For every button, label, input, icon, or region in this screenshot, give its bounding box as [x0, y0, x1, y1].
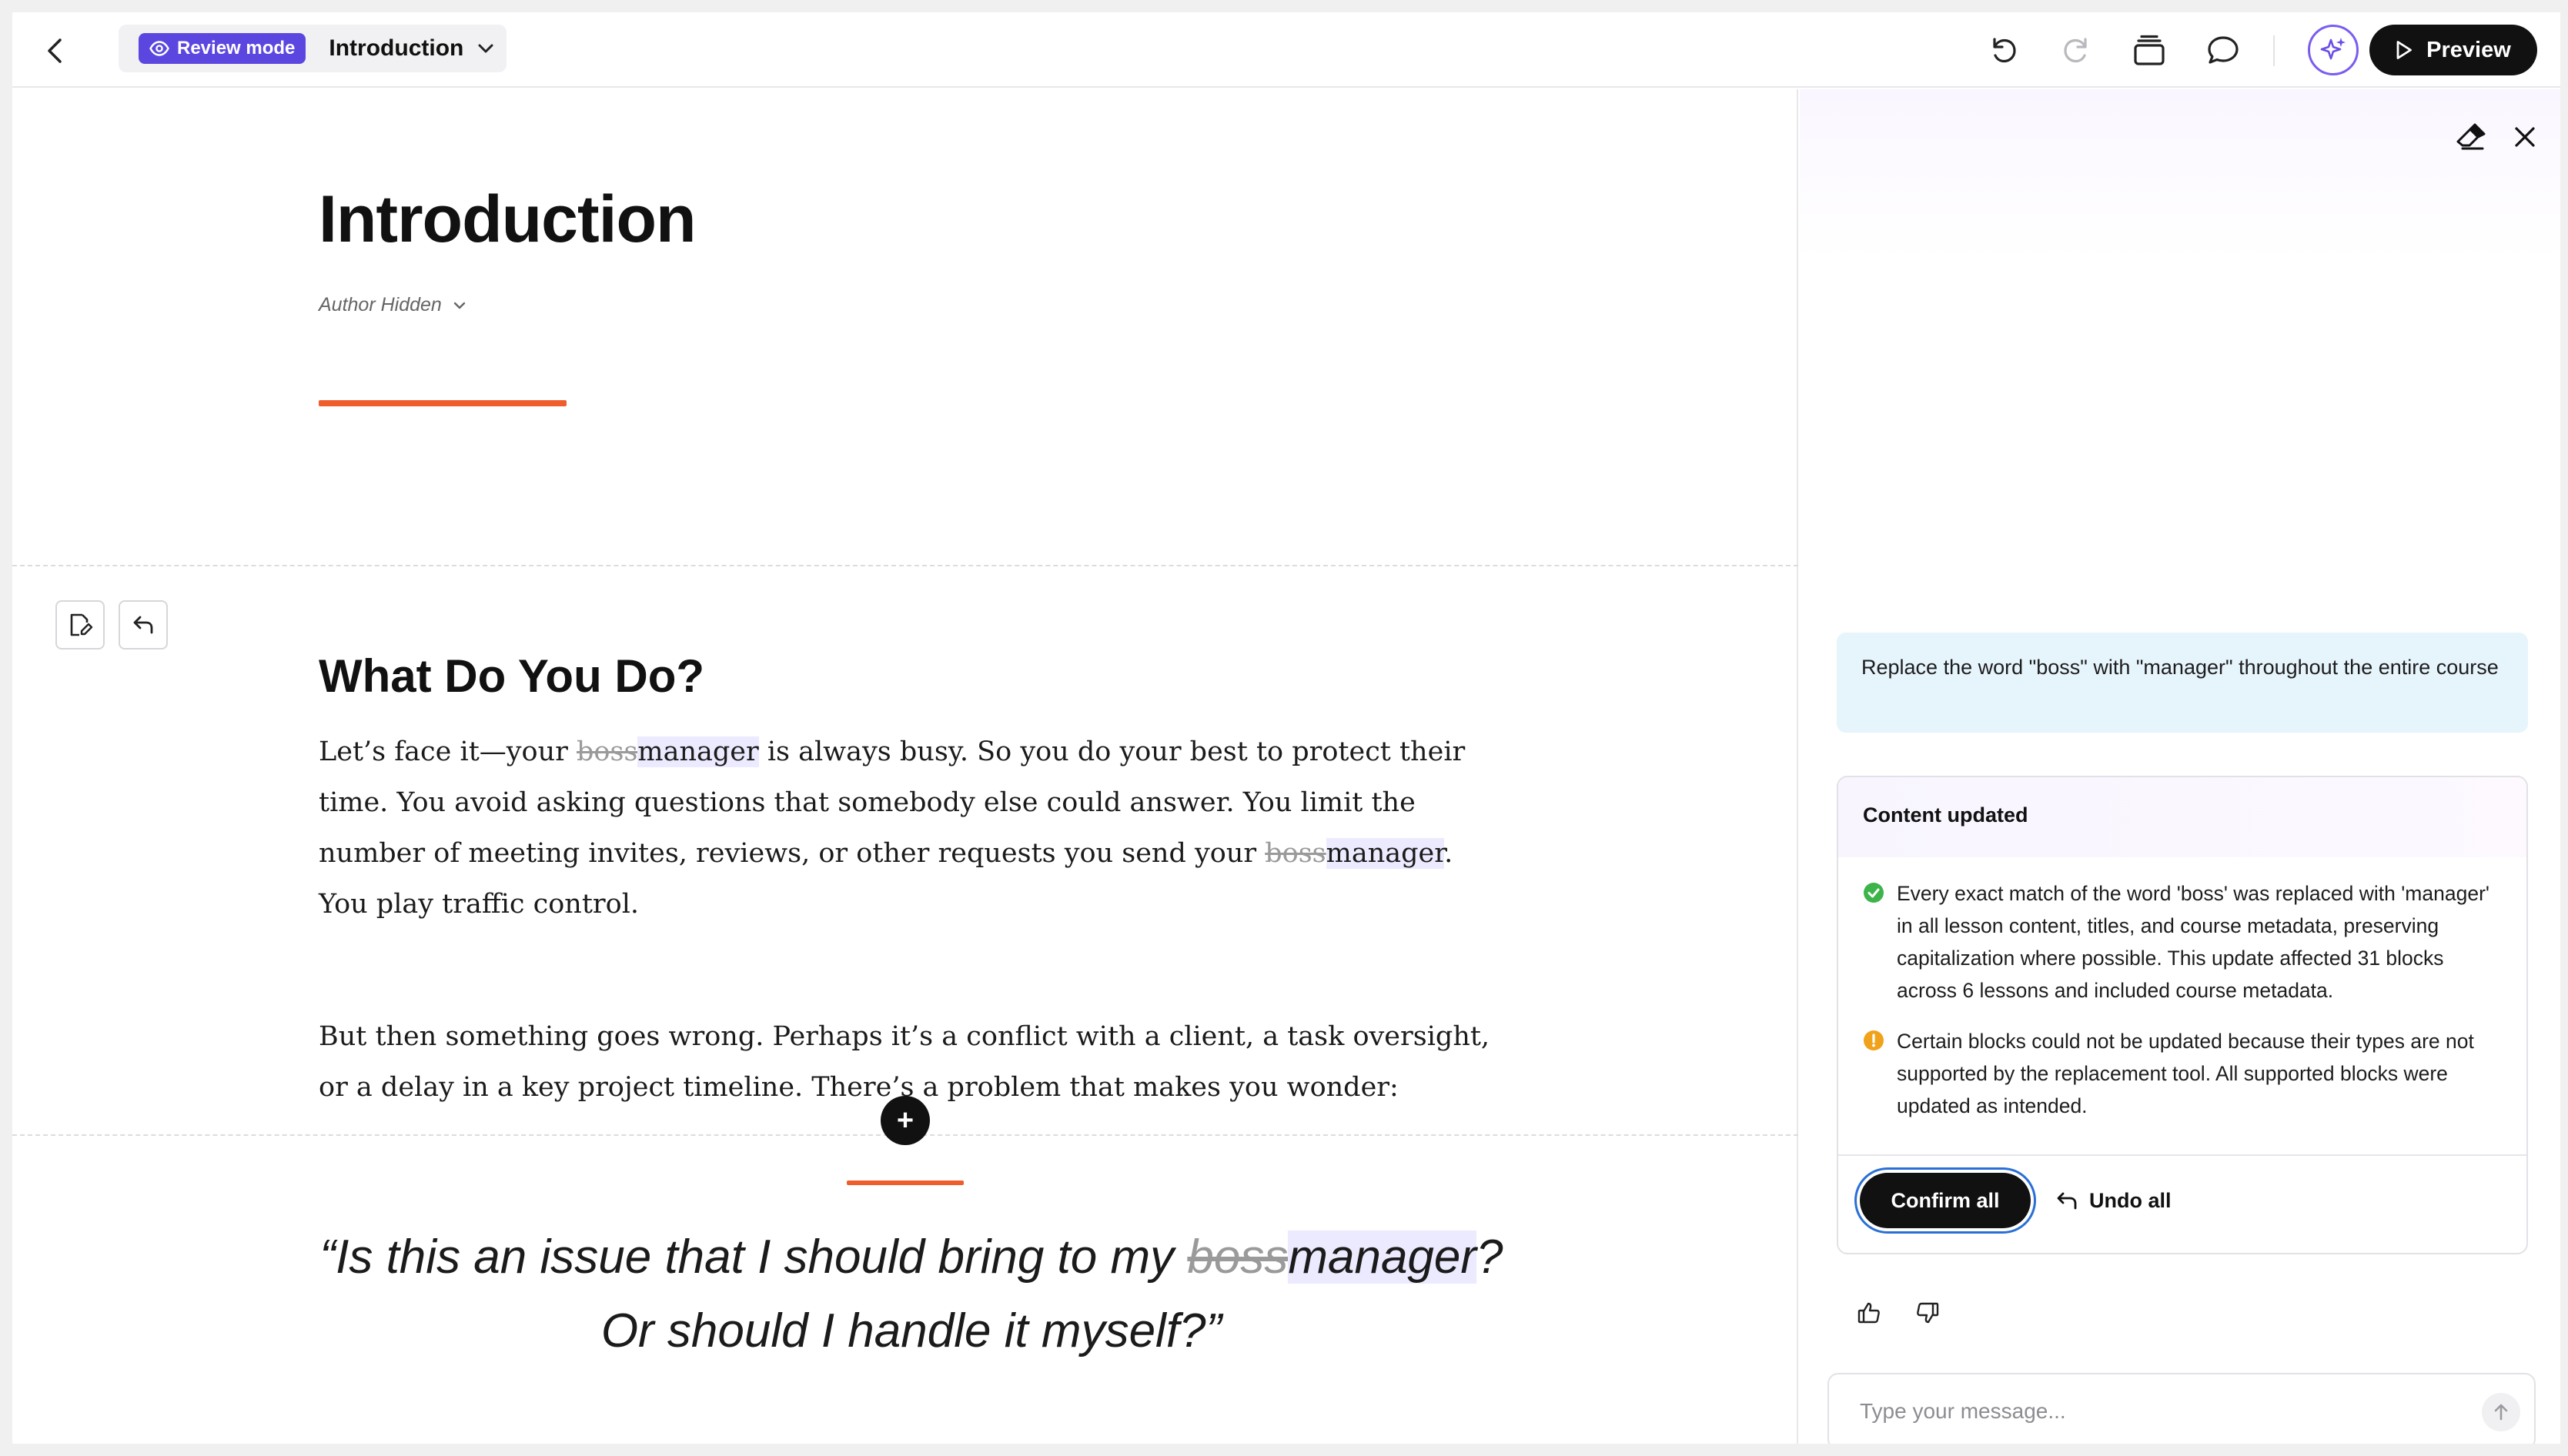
undo-all-label: Undo all: [2089, 1188, 2172, 1212]
redo-icon: [2064, 38, 2087, 63]
send-message-button[interactable]: [2482, 1393, 2520, 1431]
chat-input-container: [1827, 1373, 2536, 1444]
preview-label: Preview: [2426, 37, 2511, 62]
paragraph-1[interactable]: Let’s face it—your bossmanager is always…: [319, 726, 1504, 930]
undo-all-button[interactable]: Undo all: [2055, 1173, 2172, 1228]
arrow-up-icon: [2494, 1404, 2508, 1421]
chevron-down-icon: [453, 302, 466, 309]
review-mode-badge: Review mode: [139, 33, 306, 64]
preview-button[interactable]: Preview: [2369, 25, 2537, 75]
lesson-title-selector[interactable]: Review mode Introduction: [119, 25, 507, 72]
paragraph-text: Let’s face it—your: [319, 736, 577, 767]
edit-document-icon: [70, 613, 93, 636]
top-bar: Review mode Introduction Preview: [12, 12, 2560, 88]
eye-icon: [149, 41, 169, 56]
section-heading[interactable]: What Do You Do?: [319, 650, 704, 703]
review-mode-label: Review mode: [177, 38, 296, 58]
layers-icon: [2134, 35, 2165, 65]
chevron-down-icon: [477, 43, 494, 54]
reply-arrow-icon: [133, 616, 153, 634]
inserted-text: manager: [1288, 1231, 1477, 1284]
plus-icon: +: [896, 1104, 915, 1137]
result-text: Every exact match of the word 'boss' was…: [1897, 882, 2489, 1002]
confirm-all-button[interactable]: Confirm all: [1860, 1173, 2031, 1228]
deleted-text: boss: [577, 736, 638, 767]
redo-button[interactable]: [2058, 32, 2095, 69]
quote-block[interactable]: “Is this an issue that I should bring to…: [319, 1221, 1504, 1368]
comment-icon: [2208, 36, 2239, 64]
lesson-editor: Introduction Author Hidden What Do You D…: [12, 89, 1798, 1444]
ai-assistant-panel: Replace the word "boss" with "manager" t…: [1800, 89, 2560, 1444]
comments-button[interactable]: [2205, 32, 2242, 69]
undo-button[interactable]: [1985, 32, 2021, 69]
thumbs-up-button[interactable]: [1852, 1296, 1886, 1330]
thumbs-down-icon: [1917, 1302, 1939, 1324]
revert-block-button[interactable]: [119, 600, 168, 650]
result-title: Content updated: [1838, 777, 2526, 857]
deleted-text: boss: [1265, 838, 1326, 869]
eraser-icon: [2456, 123, 2486, 150]
title-accent-bar: [319, 400, 567, 406]
back-button[interactable]: [35, 31, 75, 71]
add-block-button[interactable]: +: [881, 1096, 930, 1145]
result-item-warning: Certain blocks could not be updated beca…: [1863, 1025, 2506, 1122]
section-divider: [12, 565, 1798, 566]
result-item-success: Every exact match of the word 'boss' was…: [1863, 877, 2506, 1007]
author-label: Author Hidden: [319, 294, 442, 316]
ai-assistant-button[interactable]: [2308, 25, 2359, 75]
close-icon: [2515, 127, 2535, 147]
thumbs-up-icon: [1857, 1302, 1880, 1324]
deleted-text: boss: [1187, 1231, 1289, 1284]
author-selector[interactable]: Author Hidden: [319, 294, 466, 316]
app-window: Review mode Introduction Preview Introdu…: [12, 12, 2560, 1444]
quote-text: “Is this an issue that I should bring to…: [319, 1231, 1188, 1284]
play-icon: [2396, 41, 2413, 59]
layers-button[interactable]: [2131, 32, 2168, 69]
undo-icon: [1993, 38, 2016, 63]
chevron-left-icon: [48, 38, 62, 63]
close-panel-button[interactable]: [2505, 117, 2545, 157]
lesson-title[interactable]: Introduction: [319, 182, 697, 258]
result-text: Certain blocks could not be updated beca…: [1897, 1030, 2474, 1117]
undo-arrow-icon: [2057, 1192, 2077, 1210]
sparkle-icon: [2320, 38, 2346, 60]
clear-chat-button[interactable]: [2451, 117, 2491, 157]
inserted-text: manager: [1326, 838, 1445, 869]
inserted-text: manager: [637, 736, 759, 767]
thumbs-down-button[interactable]: [1911, 1296, 1944, 1330]
lesson-title-label: Introduction: [329, 35, 464, 61]
user-message-bubble: Replace the word "boss" with "manager" t…: [1837, 633, 2528, 733]
chat-message-input[interactable]: [1829, 1374, 2460, 1444]
toolbar-divider: [2273, 35, 2275, 66]
result-divider: [1838, 1154, 2526, 1156]
check-circle-icon: [1864, 883, 1884, 903]
result-card: Content updated Every exact match of the…: [1837, 776, 2528, 1254]
quote-accent-bar: [847, 1180, 964, 1185]
edit-block-button[interactable]: [55, 600, 105, 650]
warning-circle-icon: [1864, 1030, 1884, 1050]
